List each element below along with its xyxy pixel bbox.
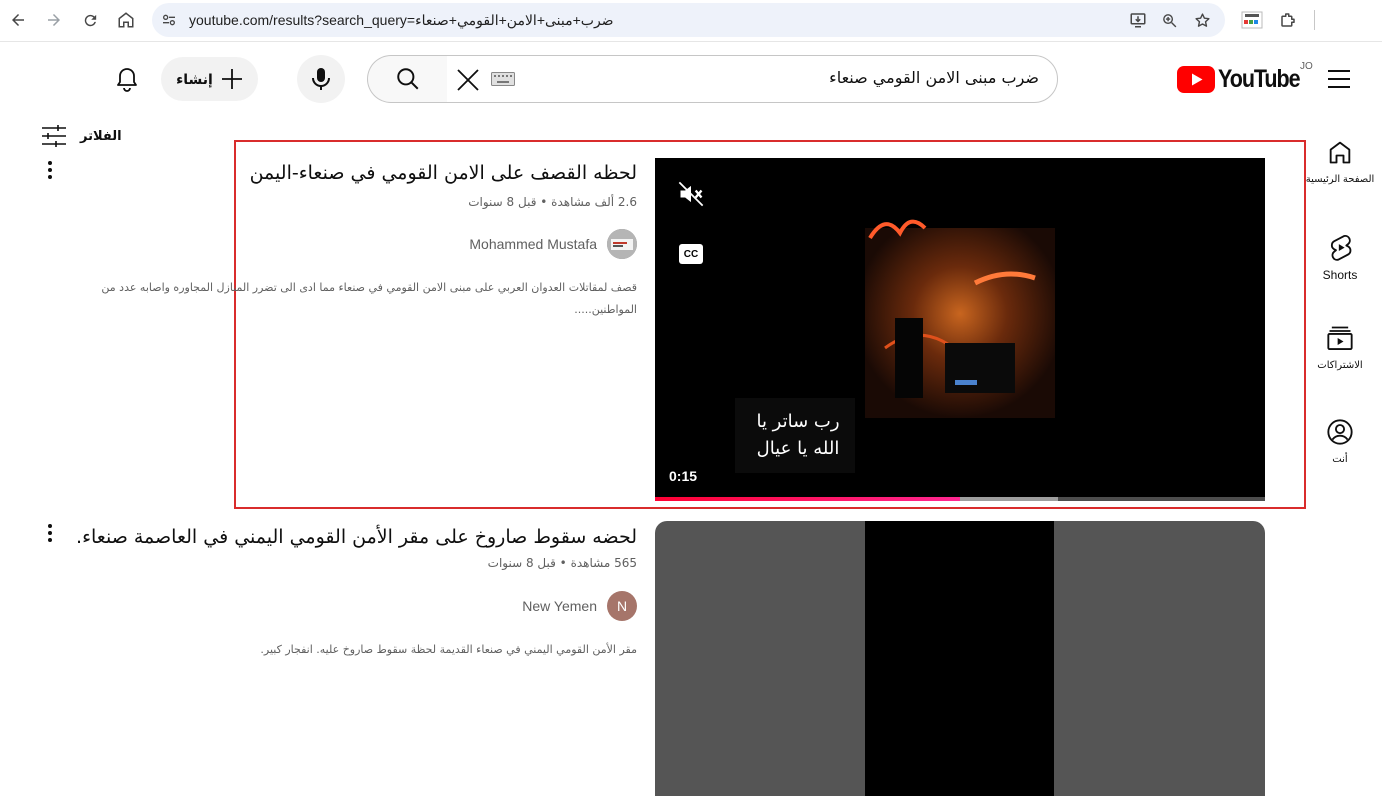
- sidebar-item-shorts[interactable]: Shorts: [1300, 232, 1380, 282]
- video-meta: 565 مشاهدة • قبل 8 سنوات: [487, 556, 637, 570]
- youtube-play-icon: [1177, 65, 1215, 93]
- closed-captions-icon[interactable]: CC: [679, 244, 703, 264]
- sidebar-item-label: Shorts: [1322, 268, 1358, 282]
- url-text[interactable]: youtube.com/results?search_query=ضرب+مبن…: [189, 12, 614, 29]
- video-description: قصف لمقاتلات العدوان العربي على مبنى الا…: [57, 277, 637, 321]
- description-line: قصف لمقاتلات العدوان العربي على مبنى الا…: [101, 281, 637, 294]
- channel-row[interactable]: Mohammed Mustafa: [469, 229, 637, 259]
- video-description: مقر الأمن القومي اليمني في صنعاء القديمة…: [260, 643, 637, 656]
- browser-toolbar: youtube.com/results?search_query=ضرب+مبن…: [0, 0, 1382, 42]
- more-actions-icon[interactable]: [40, 520, 60, 546]
- filters-label[interactable]: الفلاتر: [80, 128, 122, 144]
- toolbar-divider: [1314, 10, 1315, 30]
- clear-search-icon[interactable]: [455, 67, 481, 93]
- filters-icon[interactable]: [40, 124, 68, 153]
- progress-track[interactable]: [655, 497, 1265, 501]
- channel-avatar[interactable]: N: [607, 591, 637, 621]
- video-meta: 2.6 ألف مشاهدة • قبل 8 سنوات: [468, 195, 637, 209]
- sidebar-item-label: أنت: [1332, 454, 1348, 465]
- video-title[interactable]: لحظه القصف على الامن القومي في صنعاء-الي…: [250, 162, 637, 184]
- create-label: إنشاء: [176, 70, 213, 87]
- sidebar-item-you[interactable]: أنت: [1300, 418, 1380, 465]
- progress-fill: [655, 497, 960, 501]
- video-title[interactable]: لحضه سقوط صاروخ على مقر الأمن القومي الي…: [76, 526, 637, 548]
- video-thumbnail[interactable]: [655, 521, 1265, 796]
- video-duration: 0:15: [669, 468, 698, 484]
- sidebar-item-label: الاشتراكات: [1317, 360, 1363, 371]
- voice-search-button[interactable]: [297, 55, 345, 103]
- install-app-icon[interactable]: [1127, 9, 1149, 31]
- sidebar-item-label: الصفحة الرئيسية: [1305, 174, 1375, 185]
- youtube-logo[interactable]: YouTube: [1177, 64, 1313, 94]
- back-arrow-icon[interactable]: [4, 6, 32, 34]
- video-thumbnail[interactable]: CC رب ساتر يا الله يا عيال 0:15: [655, 158, 1265, 501]
- search-icon: [396, 68, 418, 90]
- you-icon: [1327, 419, 1353, 445]
- home-icon: [1329, 141, 1351, 164]
- channel-avatar[interactable]: [607, 229, 637, 259]
- create-button[interactable]: إنشاء: [161, 57, 258, 101]
- caption-line: الله يا عيال: [756, 438, 840, 459]
- mute-icon[interactable]: [677, 180, 705, 213]
- home-browser-icon[interactable]: [112, 6, 140, 34]
- caption-line: رب ساتر يا: [756, 411, 840, 432]
- extensions-puzzle-icon[interactable]: [1274, 6, 1302, 34]
- plus-icon: [221, 69, 242, 89]
- microphone-icon: [312, 68, 330, 90]
- hamburger-menu-icon[interactable]: [1326, 68, 1352, 90]
- channel-name[interactable]: New Yemen: [522, 598, 597, 614]
- search-button[interactable]: [367, 55, 447, 103]
- thumbnail-image: [865, 521, 1054, 796]
- logo-wordmark: YouTube: [1218, 64, 1301, 93]
- reload-icon[interactable]: [76, 6, 104, 34]
- sidebar-item-subscriptions[interactable]: الاشتراكات: [1300, 324, 1380, 371]
- search-input[interactable]: [499, 68, 1039, 87]
- channel-name[interactable]: Mohammed Mustafa: [469, 236, 597, 252]
- more-actions-icon[interactable]: [40, 157, 60, 183]
- channel-row[interactable]: N New Yemen: [522, 591, 637, 621]
- notifications-button[interactable]: [110, 62, 144, 96]
- address-bar[interactable]: youtube.com/results?search_query=ضرب+مبن…: [152, 3, 1225, 37]
- shorts-icon: [1330, 234, 1352, 261]
- zoom-icon[interactable]: [1158, 9, 1180, 31]
- site-settings-icon[interactable]: [158, 9, 180, 31]
- video-caption: رب ساتر يا الله يا عيال: [743, 408, 853, 462]
- search-box[interactable]: [446, 55, 1058, 103]
- country-code: JO: [1300, 61, 1313, 72]
- sidebar-item-home[interactable]: الصفحة الرئيسية: [1300, 138, 1380, 185]
- forward-arrow-icon[interactable]: [40, 6, 68, 34]
- description-line: المواطنين.....: [574, 303, 637, 316]
- subscriptions-icon: [1327, 326, 1353, 351]
- invid-extension-icon[interactable]: [1238, 6, 1266, 34]
- bookmark-star-icon[interactable]: [1191, 9, 1213, 31]
- bell-icon: [117, 68, 137, 92]
